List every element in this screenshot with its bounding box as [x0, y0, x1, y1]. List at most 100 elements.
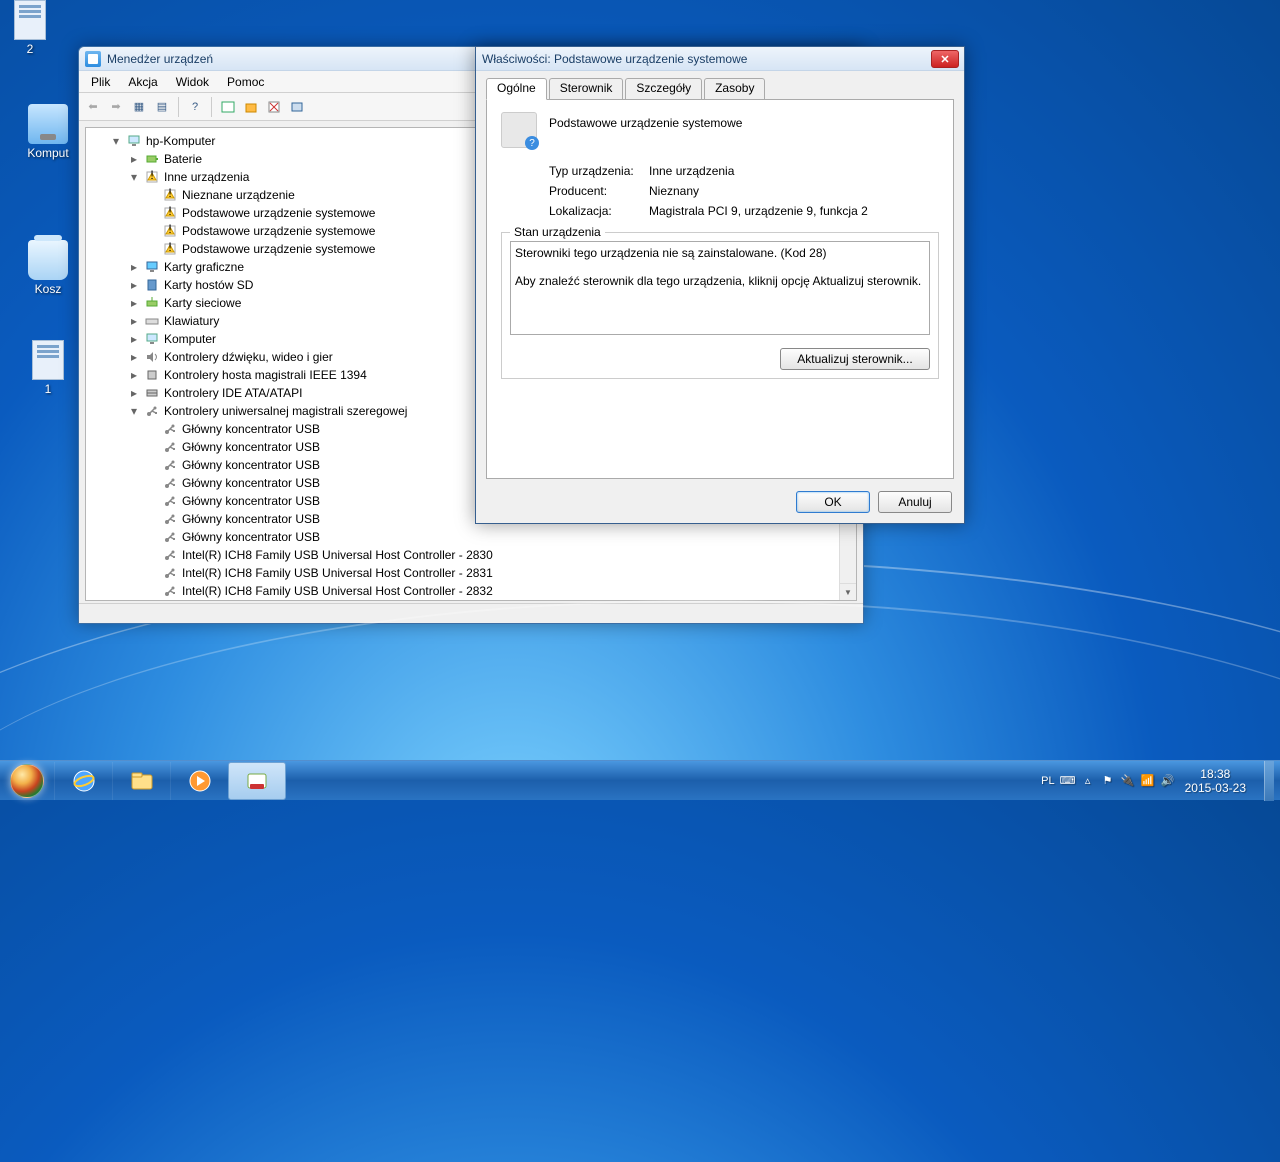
expand-toggle[interactable]: ▸ [128, 278, 140, 292]
usb-icon [162, 547, 178, 563]
ieee-icon [144, 367, 160, 383]
usb-icon [162, 565, 178, 581]
expand-toggle[interactable]: ▸ [128, 296, 140, 310]
file-icon [14, 0, 46, 40]
keyboard-icon[interactable]: ⌨ [1061, 774, 1075, 788]
tree-item-label: Główny koncentrator USB [182, 476, 320, 490]
cancel-button[interactable]: Anuluj [878, 491, 952, 513]
tab-resources[interactable]: Zasoby [704, 78, 765, 100]
tree-item[interactable]: Intel(R) ICH8 Family USB Universal Host … [86, 546, 856, 564]
usb-icon [162, 493, 178, 509]
warn-icon: ! [162, 187, 178, 203]
menu-view[interactable]: Widok [168, 73, 217, 91]
update-driver-button[interactable]: Aktualizuj sterownik... [780, 348, 930, 370]
tree-item-label: Kontrolery dźwięku, wideo i gier [164, 350, 333, 364]
label-type: Typ urządzenia: [549, 164, 649, 178]
desktop-icon-trash[interactable]: Kosz [18, 240, 78, 296]
tree-item-label: Nieznane urządzenie [182, 188, 295, 202]
desktop-icon-file-2[interactable]: 2 [0, 0, 60, 56]
tree-item-label: Główny koncentrator USB [182, 458, 320, 472]
taskbar-explorer[interactable] [112, 762, 170, 800]
scan-button[interactable] [287, 97, 307, 117]
usb-icon [162, 457, 178, 473]
view-button[interactable]: ▦ [129, 97, 149, 117]
kbd-icon [144, 313, 160, 329]
clock[interactable]: 18:38 2015-03-23 [1185, 767, 1246, 795]
expand-toggle[interactable]: ▸ [128, 314, 140, 328]
expand-toggle[interactable]: ▸ [128, 260, 140, 274]
chevron-up-icon[interactable]: ▵ [1081, 774, 1095, 788]
tree-item-label: Kontrolery uniwersalnej magistrali szere… [164, 404, 407, 418]
volume-icon[interactable]: 🔊 [1161, 774, 1175, 788]
tree-item-label: Intel(R) ICH8 Family USB Universal Host … [182, 548, 493, 562]
tree-item-label: Klawiatury [164, 314, 219, 328]
tree-item-label: hp-Komputer [146, 134, 215, 148]
expand-toggle[interactable]: ▸ [128, 386, 140, 400]
tree-item-label: Podstawowe urządzenie systemowe [182, 206, 375, 220]
start-orb-icon [10, 764, 44, 798]
tree-item-label: Główny koncentrator USB [182, 422, 320, 436]
svg-text:!: ! [168, 224, 171, 236]
warn-icon: ! [162, 241, 178, 257]
update-driver-button[interactable] [241, 97, 261, 117]
usb-icon [162, 583, 178, 599]
tree-item-label: Podstawowe urządzenie systemowe [182, 242, 375, 256]
taskbar-mediaplayer[interactable] [170, 762, 228, 800]
tab-general[interactable]: Ogólne [486, 78, 547, 100]
show-desktop-button[interactable] [1264, 761, 1274, 801]
desktop-icon-label: Komput [18, 146, 78, 160]
tabstrip: Ogólne Sterownik Szczegóły Zasoby [486, 77, 954, 99]
tab-details[interactable]: Szczegóły [625, 78, 702, 100]
expand-toggle[interactable]: ▸ [128, 368, 140, 382]
menu-file[interactable]: Plik [83, 73, 118, 91]
help-button[interactable]: ? [185, 97, 205, 117]
svg-text:!: ! [168, 188, 171, 200]
taskbar-ie[interactable] [54, 762, 112, 800]
tree-item-label: Główny koncentrator USB [182, 494, 320, 508]
app-icon [85, 51, 101, 67]
status-text[interactable] [510, 241, 930, 335]
taskbar-devmgr[interactable] [228, 762, 286, 800]
tree-item[interactable]: Intel(R) ICH8 Family USB Universal Host … [86, 564, 856, 582]
ok-button[interactable]: OK [796, 491, 870, 513]
show-hidden-button[interactable]: ▤ [152, 97, 172, 117]
system-tray: PL ⌨ ▵ ⚑ 🔌 📶 🔊 18:38 2015-03-23 [1041, 761, 1274, 801]
desktop-icon-file-1[interactable]: 1 [18, 340, 78, 396]
tree-item-label: Karty sieciowe [164, 296, 241, 310]
expand-toggle[interactable]: ▸ [128, 152, 140, 166]
taskbar: PL ⌨ ▵ ⚑ 🔌 📶 🔊 18:38 2015-03-23 [0, 760, 1280, 800]
desktop-icon-computer[interactable]: Komput [18, 104, 78, 160]
scroll-down-icon[interactable]: ▼ [840, 583, 856, 600]
battery-icon [144, 151, 160, 167]
tree-item[interactable]: Intel(R) ICH8 Family USB Universal Host … [86, 582, 856, 600]
lang-indicator[interactable]: PL [1041, 775, 1054, 787]
svg-text:!: ! [150, 170, 153, 182]
network-icon[interactable]: 📶 [1141, 774, 1155, 788]
expand-toggle[interactable]: ▸ [128, 350, 140, 364]
close-button[interactable]: ✕ [931, 50, 959, 68]
usb-icon [144, 403, 160, 419]
label-location: Lokalizacja: [549, 204, 649, 218]
tab-driver[interactable]: Sterownik [549, 78, 624, 100]
flag-icon[interactable]: ⚑ [1101, 774, 1115, 788]
tree-item-label: Kontrolery IDE ATA/ATAPI [164, 386, 303, 400]
uninstall-button[interactable] [264, 97, 284, 117]
usb-icon [162, 439, 178, 455]
expand-toggle[interactable]: ▸ [128, 332, 140, 346]
dialog-titlebar[interactable]: Właściwości: Podstawowe urządzenie syste… [476, 47, 964, 71]
expand-toggle[interactable]: ▾ [110, 134, 122, 148]
start-button[interactable] [0, 761, 54, 801]
power-icon[interactable]: 🔌 [1121, 774, 1135, 788]
expand-toggle[interactable]: ▾ [128, 404, 140, 418]
tree-item[interactable]: Główny koncentrator USB [86, 528, 856, 546]
file-icon [32, 340, 64, 380]
menu-help[interactable]: Pomoc [219, 73, 272, 91]
dialog-title: Właściwości: Podstawowe urządzenie syste… [482, 52, 958, 66]
svg-text:!: ! [168, 242, 171, 254]
tree-item-label: Podstawowe urządzenie systemowe [182, 224, 375, 238]
usb-icon [162, 475, 178, 491]
statusbar [79, 603, 863, 623]
properties-button[interactable] [218, 97, 238, 117]
expand-toggle[interactable]: ▾ [128, 170, 140, 184]
menu-action[interactable]: Akcja [120, 73, 165, 91]
